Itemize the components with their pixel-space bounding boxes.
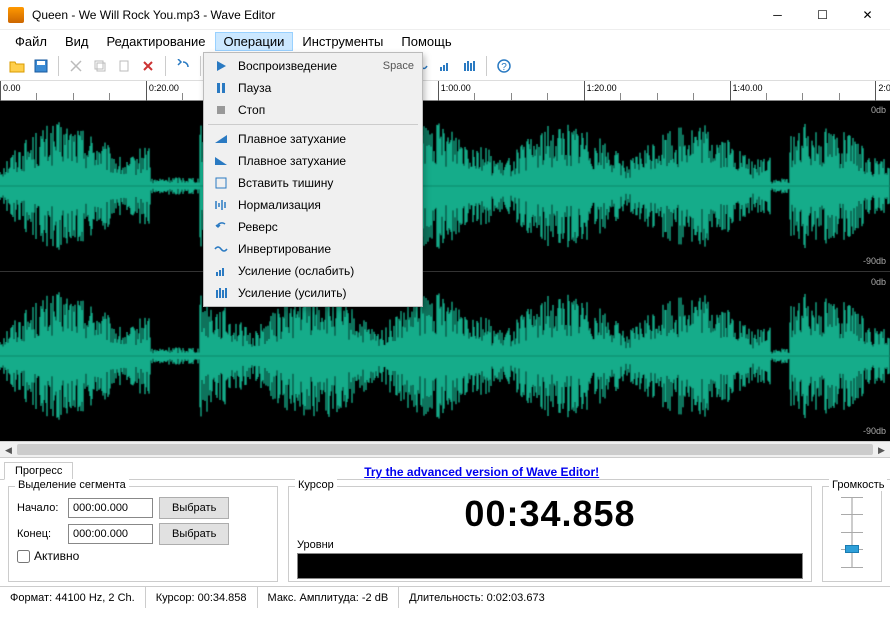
menu-stop[interactable]: Стоп — [206, 99, 420, 121]
levels-label: Уровни — [297, 539, 803, 551]
volume-thumb[interactable] — [845, 545, 859, 553]
time-ruler[interactable]: 0.000:20.000:40.001:00.001:20.001:40.002… — [0, 81, 890, 101]
menu-operations[interactable]: Операции — [215, 32, 294, 51]
play-icon — [212, 58, 230, 74]
end-label: Конец: — [17, 528, 62, 540]
window-title: Queen - We Will Rock You.mp3 - Wave Edit… — [32, 8, 755, 22]
menu-file[interactable]: Файл — [6, 32, 56, 51]
copy-button[interactable] — [89, 55, 111, 77]
volume-group: Громкость — [822, 486, 882, 582]
cursor-legend: Курсор — [295, 479, 337, 491]
svg-text:?: ? — [501, 62, 507, 73]
scroll-right-arrow[interactable]: ▶ — [873, 442, 890, 459]
toolbar-sep — [486, 56, 487, 76]
menu-play[interactable]: ВоспроизведениеSpace — [206, 55, 420, 77]
menu-help[interactable]: Помощь — [392, 32, 460, 51]
help-button[interactable]: ? — [493, 55, 515, 77]
start-label: Начало: — [17, 502, 62, 514]
toolbar-sep — [200, 56, 201, 76]
menu-amp-up[interactable]: Усиление (усилить) — [206, 282, 420, 304]
app-icon — [8, 7, 24, 23]
fade-out-icon — [212, 153, 230, 169]
amp-down-icon — [212, 263, 230, 279]
invert-icon — [212, 241, 230, 257]
segment-group: Выделение сегмента Начало: Выбрать Конец… — [8, 486, 278, 582]
levels-meter — [297, 553, 803, 579]
end-input[interactable] — [68, 524, 153, 544]
menu-amp-down[interactable]: Усиление (ослабить) — [206, 260, 420, 282]
menu-view[interactable]: Вид — [56, 32, 98, 51]
db-label: 0db — [871, 105, 886, 115]
menu-reverse[interactable]: Реверс — [206, 216, 420, 238]
active-label: Активно — [34, 549, 79, 563]
start-input[interactable] — [68, 498, 153, 518]
cut-button[interactable] — [65, 55, 87, 77]
channel-separator — [0, 271, 890, 272]
waveform-display[interactable]: 0db -90db 0db -90db — [0, 101, 890, 441]
menu-fade-in[interactable]: Плавное затухание — [206, 128, 420, 150]
toolbar-sep — [58, 56, 59, 76]
status-format: Формат: 44100 Hz, 2 Ch. — [0, 587, 146, 608]
segment-legend: Выделение сегмента — [15, 479, 129, 491]
menu-invert[interactable]: Инвертирование — [206, 238, 420, 260]
db-label: 0db — [871, 277, 886, 287]
status-cursor: Курсор: 00:34.858 — [146, 587, 258, 608]
minimize-button[interactable]: ─ — [755, 0, 800, 30]
delete-button[interactable] — [137, 55, 159, 77]
paste-button[interactable] — [113, 55, 135, 77]
scroll-left-arrow[interactable]: ◀ — [0, 442, 17, 459]
status-duration: Длительность: 0:02:03.673 — [399, 587, 555, 608]
maximize-button[interactable]: ☐ — [800, 0, 845, 30]
save-button[interactable] — [30, 55, 52, 77]
pause-icon — [212, 80, 230, 96]
status-bar: Формат: 44100 Hz, 2 Ch. Курсор: 00:34.85… — [0, 586, 890, 608]
amp-up-button[interactable] — [458, 55, 480, 77]
promo-link-container: Try the advanced version of Wave Editor! — [73, 465, 890, 479]
amp-up-icon — [212, 285, 230, 301]
db-label: -90db — [863, 256, 886, 266]
menu-silence[interactable]: Вставить тишину — [206, 172, 420, 194]
fade-in-icon — [212, 131, 230, 147]
bottom-panel: Выделение сегмента Начало: Выбрать Конец… — [0, 480, 890, 586]
menu-pause[interactable]: Пауза — [206, 77, 420, 99]
close-button[interactable]: ✕ — [845, 0, 890, 30]
cursor-group: Курсор 00:34.858 Уровни — [288, 486, 812, 582]
horizontal-scrollbar[interactable]: ◀ ▶ — [0, 441, 890, 458]
active-checkbox[interactable] — [17, 550, 30, 563]
stop-icon — [212, 102, 230, 118]
volume-legend: Громкость — [829, 479, 887, 491]
menu-fade-out[interactable]: Плавное затухание — [206, 150, 420, 172]
titlebar: Queen - We Will Rock You.mp3 - Wave Edit… — [0, 0, 890, 30]
status-amplitude: Макс. Амплитуда: -2 dB — [258, 587, 400, 608]
scroll-thumb[interactable] — [17, 444, 873, 455]
amp-down-button[interactable] — [434, 55, 456, 77]
undo-button[interactable] — [172, 55, 194, 77]
tab-bar: Прогресс Try the advanced version of Wav… — [0, 458, 890, 480]
toolbar-sep — [165, 56, 166, 76]
menu-instruments[interactable]: Инструменты — [293, 32, 392, 51]
normalize-icon — [212, 197, 230, 213]
reverse-icon — [212, 219, 230, 235]
operations-dropdown: ВоспроизведениеSpaceПаузаСтоп Плавное зат… — [203, 52, 423, 307]
promo-link[interactable]: Try the advanced version of Wave Editor! — [364, 465, 599, 479]
menubar: Файл Вид Редактирование Операции Инструм… — [0, 30, 890, 52]
start-select-button[interactable]: Выбрать — [159, 497, 229, 519]
open-button[interactable] — [6, 55, 28, 77]
tab-progress[interactable]: Прогресс — [4, 462, 73, 480]
volume-slider[interactable] — [837, 497, 867, 567]
menu-normalize[interactable]: Нормализация — [206, 194, 420, 216]
db-label: -90db — [863, 426, 886, 436]
silence-icon — [212, 175, 230, 191]
toolbar: ? — [0, 52, 890, 81]
cursor-time: 00:34.858 — [297, 493, 803, 535]
end-select-button[interactable]: Выбрать — [159, 523, 229, 545]
menu-edit[interactable]: Редактирование — [98, 32, 215, 51]
